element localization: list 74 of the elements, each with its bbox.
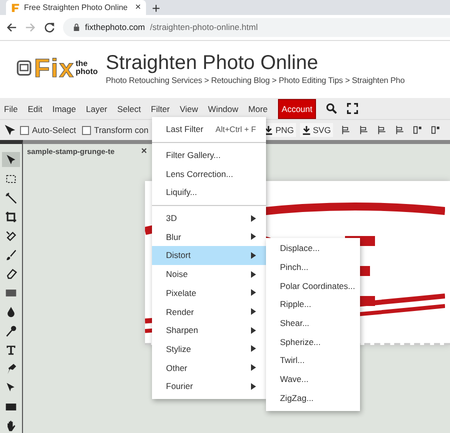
- menu-item[interactable]: ZigZag...: [266, 388, 360, 408]
- menu-item[interactable]: Ripple...: [266, 295, 360, 314]
- account-button[interactable]: Account: [278, 98, 316, 118]
- submenu-arrow-icon: [251, 345, 256, 352]
- checkbox-label: Transform con: [94, 125, 148, 136]
- submenu-arrow-icon: [251, 214, 256, 222]
- menu-item[interactable]: Shear...: [266, 314, 360, 332]
- menu-item[interactable]: Blur: [152, 227, 266, 246]
- menu-item[interactable]: Wave...: [266, 370, 360, 388]
- menu-item[interactable]: Stylize: [152, 340, 266, 358]
- move-tool-icon[interactable]: [4, 124, 16, 136]
- submenu-arrow-icon: [251, 289, 256, 296]
- menu-item[interactable]: Fourier: [152, 376, 266, 396]
- checkbox[interactable]: [20, 126, 29, 135]
- menu-item[interactable]: 3D: [152, 208, 266, 228]
- menu-item[interactable]: Lens Correction...: [152, 164, 266, 184]
- lock-icon: [73, 22, 80, 32]
- new-tab-button[interactable]: +: [152, 1, 160, 15]
- submenu-arrow-icon: [251, 270, 256, 278]
- align-icon[interactable]: [394, 125, 405, 136]
- tab-title: Free Straighten Photo Online: [24, 3, 128, 12]
- move-tool-icon[interactable]: [2, 152, 20, 167]
- menu-item[interactable]: Noise: [152, 264, 266, 284]
- address-field[interactable]: fixthephoto.com /straighten-photo-online.html: [63, 18, 450, 37]
- menu-item[interactable]: Liquify...: [152, 183, 266, 202]
- menu-item[interactable]: View: [180, 104, 198, 114]
- logo-tagline: photo: [76, 68, 98, 76]
- submenu-arrow-icon: [251, 252, 256, 259]
- checkbox[interactable]: [82, 126, 91, 135]
- menu-item[interactable]: Twirl...: [266, 351, 360, 370]
- menu-item[interactable]: Pinch...: [266, 258, 360, 276]
- site-favicon-icon: [11, 3, 20, 12]
- logo-wordmark: Fix: [34, 52, 75, 84]
- checkbox-label: Auto-Select: [32, 125, 76, 136]
- align-icon[interactable]: [358, 125, 369, 136]
- menu-item[interactable]: Pixelate: [152, 284, 266, 302]
- menu-item[interactable]: Window: [208, 104, 238, 114]
- menu-item[interactable]: Edit: [28, 104, 42, 114]
- menu-item[interactable]: Polar Coordinates...: [266, 276, 360, 296]
- menu-item[interactable]: More: [248, 104, 268, 114]
- breadcrumb: Photo Retouching Services > Retouching Blog > Photo Editing Tips > Straighten Pho: [106, 76, 405, 85]
- distribute-icon[interactable]: [412, 125, 423, 136]
- submenu-arrow-icon: [251, 382, 256, 390]
- menu-item[interactable]: Filter: [150, 104, 170, 114]
- menu-item[interactable]: Spherize...: [266, 332, 360, 352]
- download-icon: [302, 126, 311, 135]
- menu-item[interactable]: Render: [152, 302, 266, 321]
- submenu-arrow-icon: [251, 326, 256, 334]
- export-button[interactable]: SVG: [300, 123, 333, 138]
- browser-tab[interactable]: Free Straighten Photo Online ×: [6, 0, 146, 15]
- submenu-arrow-icon: [251, 233, 256, 240]
- menu-item[interactable]: Sharpen: [152, 320, 266, 340]
- menu-item[interactable]: Displace...: [266, 239, 360, 258]
- align-icon[interactable]: [340, 125, 351, 136]
- download-icon: [264, 126, 274, 135]
- submenu-arrow-icon: [251, 364, 256, 372]
- menu-item[interactable]: File: [4, 104, 18, 114]
- document-close-button[interactable]: ×: [141, 146, 147, 157]
- align-icon[interactable]: [376, 125, 387, 136]
- submenu-arrow-icon: [251, 308, 256, 316]
- fullscreen-icon[interactable]: [347, 103, 358, 114]
- menu-item[interactable]: Distort: [152, 246, 266, 265]
- search-icon[interactable]: [326, 103, 338, 114]
- menu-item[interactable]: Layer: [86, 104, 108, 114]
- menu-item[interactable]: Select: [117, 104, 141, 114]
- menu-item[interactable]: Filter Gallery...: [152, 146, 266, 164]
- logo-tagline: the: [76, 60, 88, 68]
- tab-close-button[interactable]: ×: [135, 2, 141, 13]
- page-title: Straighten Photo Online: [106, 52, 320, 75]
- back-icon[interactable]: [6, 22, 17, 33]
- menu-item[interactable]: Image: [52, 104, 76, 114]
- menu-item[interactable]: Other: [152, 358, 266, 377]
- reload-icon[interactable]: [44, 22, 55, 33]
- distribute-icon[interactable]: [430, 125, 441, 136]
